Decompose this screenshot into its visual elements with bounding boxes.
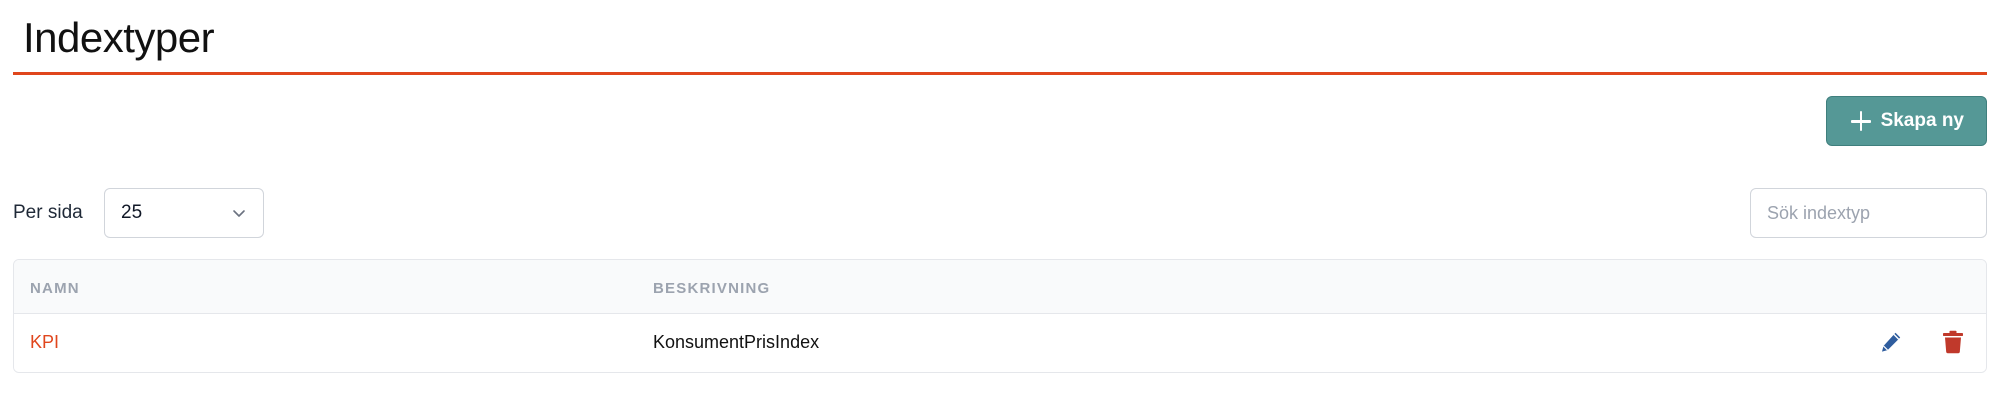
per-page-label: Per sida <box>13 202 83 223</box>
plus-icon <box>1850 111 1871 131</box>
delete-button[interactable] <box>1940 329 1966 355</box>
row-description: KonsumentPrisIndex <box>653 332 820 352</box>
table-header: NAMN BESKRIVNING <box>14 260 1986 314</box>
page: Indextyper Skapa ny Per sida 25 NAMN BES… <box>0 0 2000 405</box>
page-title: Indextyper <box>23 14 215 61</box>
row-actions <box>1878 329 1966 355</box>
create-new-label: Skapa ny <box>1880 110 1964 131</box>
table-row: KPI KonsumentPrisIndex <box>14 314 1986 372</box>
trash-icon <box>1943 330 1963 354</box>
pencil-icon <box>1882 332 1901 352</box>
row-name-link[interactable]: KPI <box>30 332 59 353</box>
column-header-name: NAMN <box>30 280 80 297</box>
data-table: NAMN BESKRIVNING KPI KonsumentPrisIndex <box>13 259 1987 373</box>
chevron-down-icon <box>231 205 247 221</box>
page-header: Indextyper <box>13 0 1987 75</box>
create-new-button[interactable]: Skapa ny <box>1825 96 1987 146</box>
per-page-select[interactable]: 25 <box>104 188 264 238</box>
edit-button[interactable] <box>1878 329 1904 355</box>
column-header-description: BESKRIVNING <box>653 280 771 297</box>
per-page-value: 25 <box>121 202 143 223</box>
search-input[interactable] <box>1750 188 1987 238</box>
